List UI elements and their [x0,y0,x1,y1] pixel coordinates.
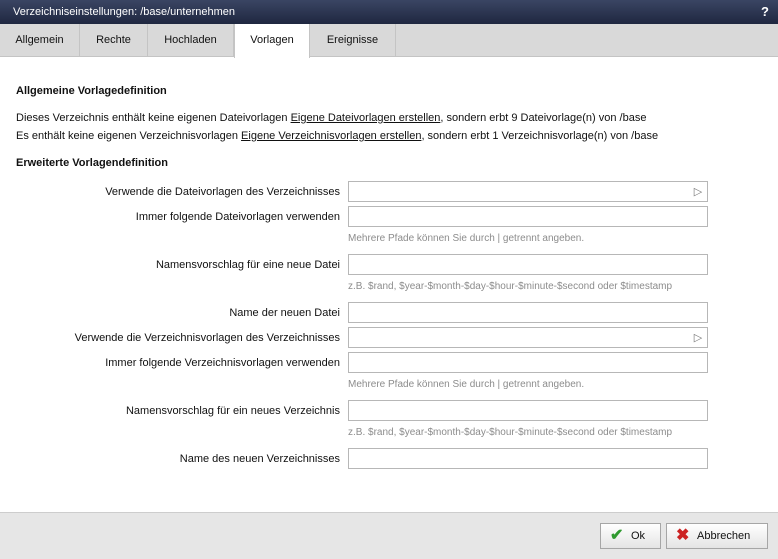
cursor-arrow-icon[interactable]: ▷ [692,186,704,198]
label-always-file-templates: Immer folgende Dateivorlagen verwenden [135,211,340,223]
tab-rechte[interactable]: Rechte [80,24,148,57]
file-template-dir-select[interactable] [348,181,708,202]
tab-vorlagen[interactable]: Vorlagen [234,24,310,58]
hint-file-paths: Mehrere Pfade können Sie durch | getrenn… [348,233,585,244]
label-new-file-name: Name der neuen Datei [229,307,340,319]
dialog-footer: ✔ Ok ✖ Abbrechen [0,512,778,559]
label-new-dir-name: Name des neuen Verzeichnisses [179,453,340,465]
file-templates-info: Dieses Verzeichnis enthält keine eigenen… [16,112,647,124]
dialog-titlebar: Verzeichniseinstellungen: /base/unterneh… [0,0,778,24]
new-dir-name-suggestion-input[interactable] [348,400,708,421]
tab-bar: Allgemein Rechte Hochladen Vorlagen Erei… [0,24,778,58]
x-icon: ✖ [676,527,690,544]
label-file-template-dir: Verwende die Dateivorlagen des Verzeichn… [105,186,340,198]
check-icon: ✔ [610,527,624,544]
label-dir-template-dir: Verwende die Verzeichnisvorlagen des Ver… [74,332,340,344]
help-button[interactable]: ? [761,4,769,19]
hint-file-name-vars: z.B. $rand, $year-$month-$day-$hour-$min… [348,281,673,292]
always-file-templates-input[interactable] [348,206,708,227]
label-new-dir-name-suggestion: Namensvorschlag für ein neues Verzeichni… [125,405,340,417]
cursor-arrow-icon[interactable]: ▷ [692,332,704,344]
new-dir-name-input[interactable] [348,448,708,469]
tab-content-vorlagen: Allgemeine Vorlagedefinition Dieses Verz… [0,57,778,512]
section-heading-general: Allgemeine Vorlagedefinition [16,85,167,97]
hint-dir-paths: Mehrere Pfade können Sie durch | getrenn… [348,379,585,390]
hint-dir-name-vars: z.B. $rand, $year-$month-$day-$hour-$min… [348,427,673,438]
cancel-button[interactable]: ✖ Abbrechen [666,523,768,549]
tab-hochladen[interactable]: Hochladen [148,24,234,57]
new-file-name-suggestion-input[interactable] [348,254,708,275]
label-always-dir-templates: Immer folgende Verzeichnisvorlagen verwe… [105,357,340,369]
create-file-templates-link[interactable]: Eigene Dateivorlagen erstellen [291,112,441,124]
dialog-title: Verzeichniseinstellungen: /base/unterneh… [13,6,235,18]
section-heading-extended: Erweiterte Vorlagendefinition [16,157,168,169]
new-file-name-input[interactable] [348,302,708,323]
tab-allgemein[interactable]: Allgemein [0,24,80,57]
dir-templates-info: Es enthält keine eigenen Verzeichnisvorl… [16,130,659,142]
dir-template-dir-select[interactable] [348,327,708,348]
tab-ereignisse[interactable]: Ereignisse [310,24,396,57]
label-new-file-name-suggestion: Namensvorschlag für eine neue Datei [155,259,340,271]
ok-button[interactable]: ✔ Ok [600,523,661,549]
always-dir-templates-input[interactable] [348,352,708,373]
create-dir-templates-link[interactable]: Eigene Verzeichnisvorlagen erstellen [241,130,421,142]
